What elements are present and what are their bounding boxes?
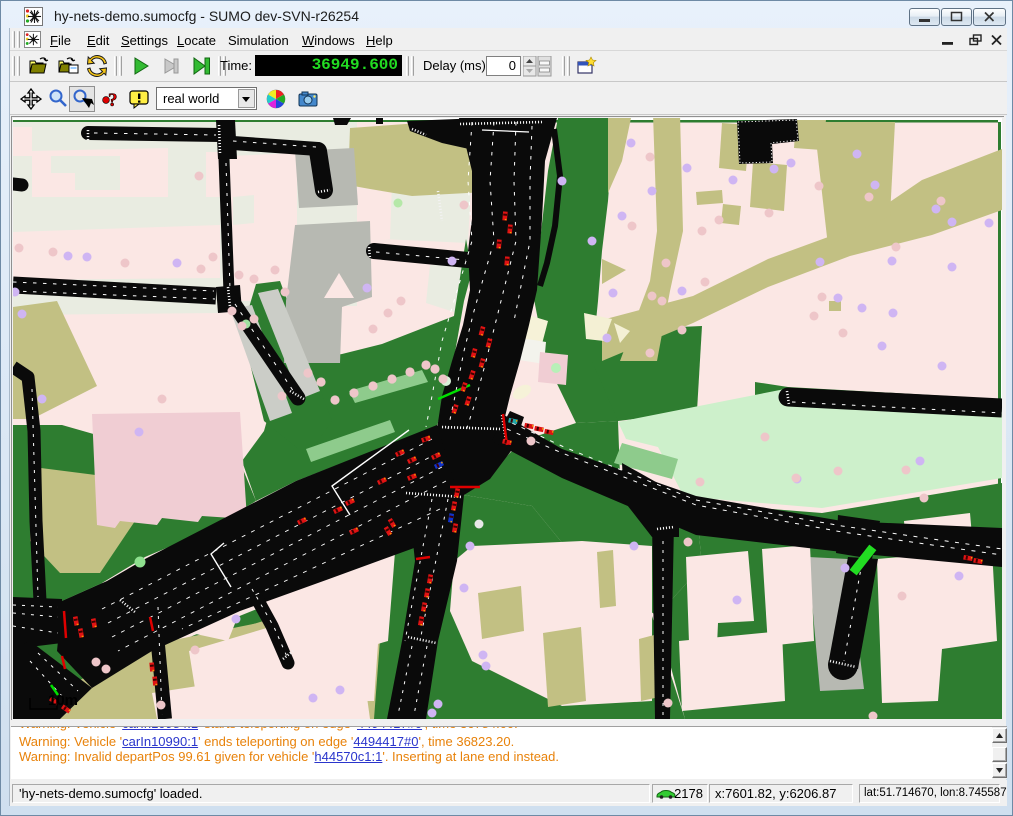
svg-text:10m: 10m <box>48 692 78 709</box>
